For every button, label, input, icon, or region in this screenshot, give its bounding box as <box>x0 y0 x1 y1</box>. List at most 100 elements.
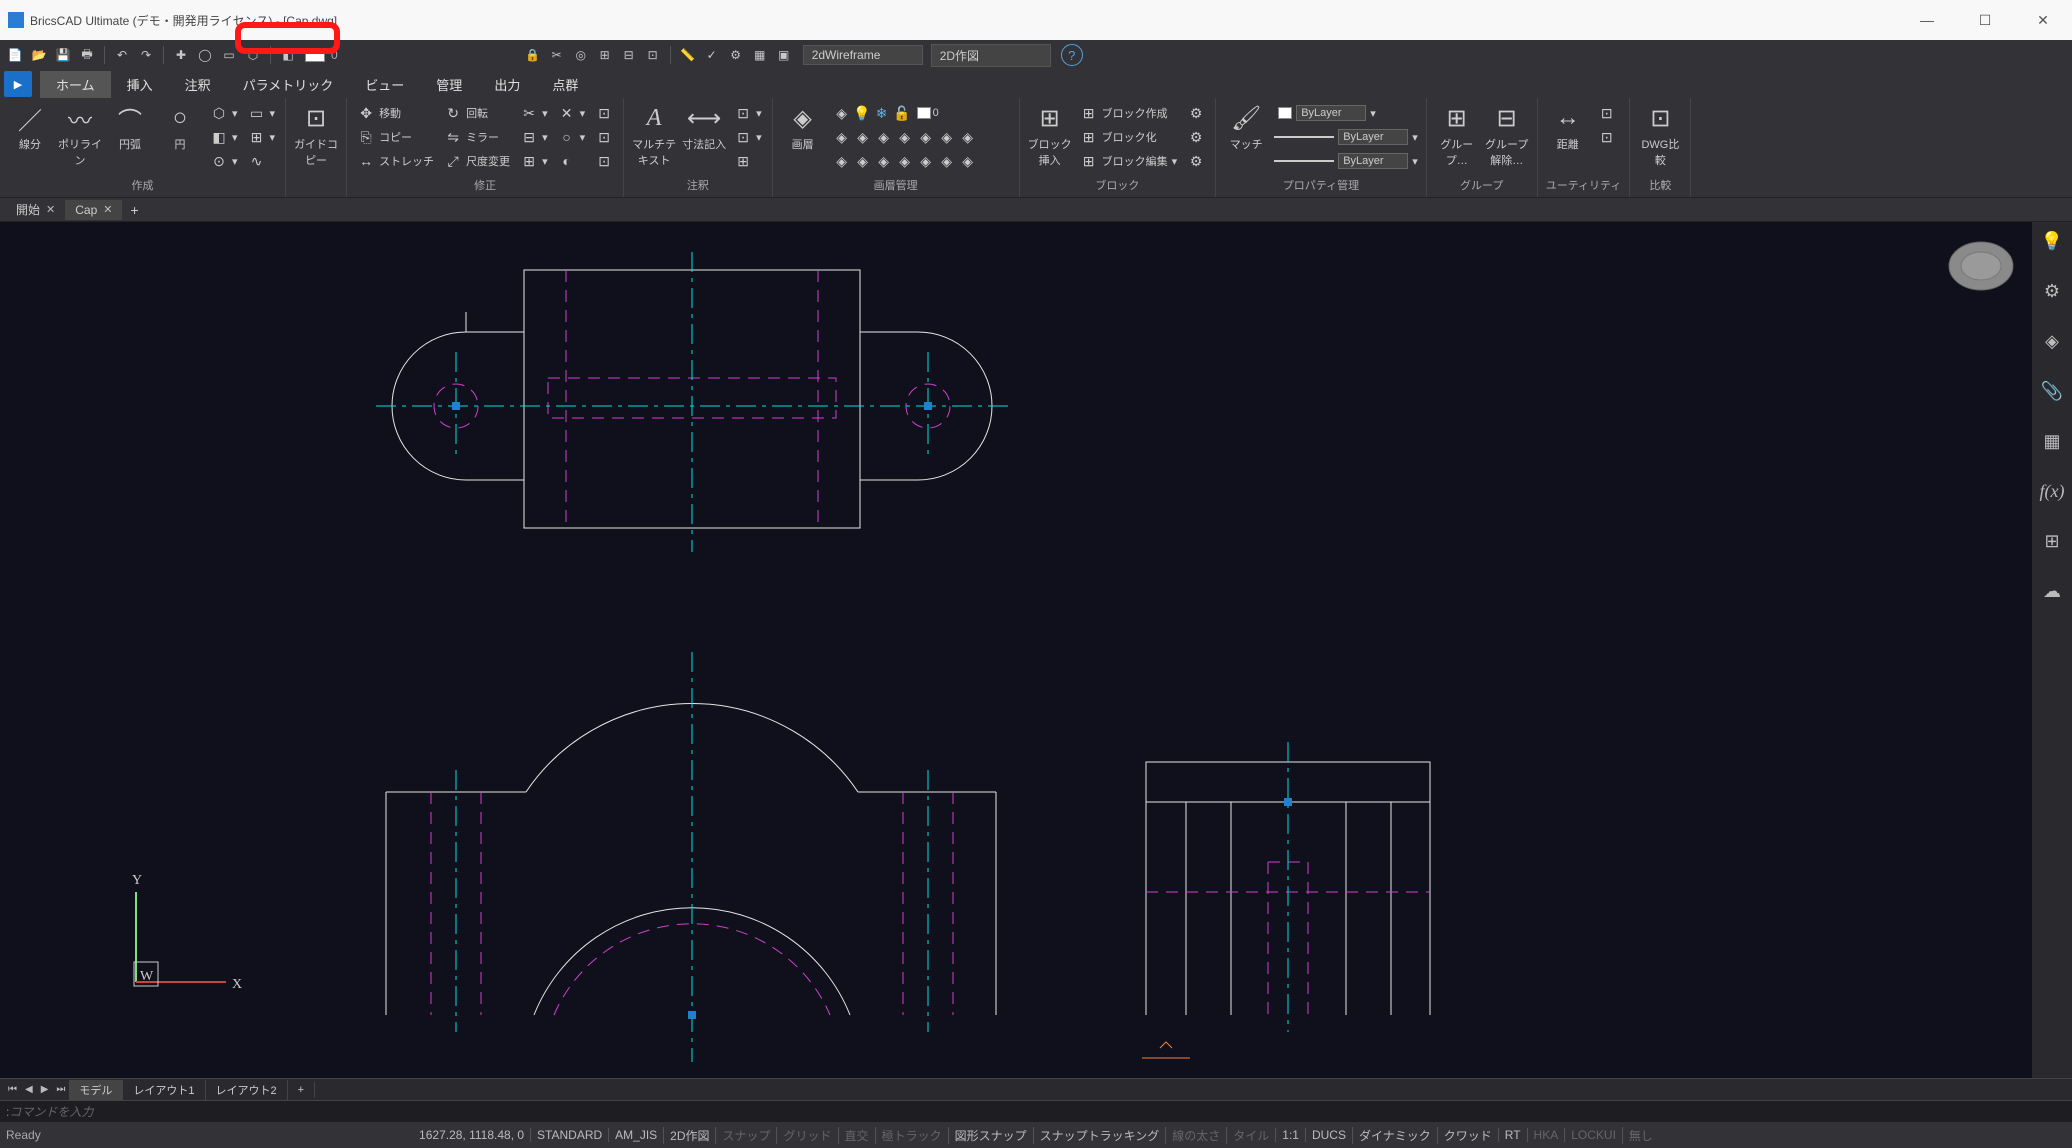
status-lockui[interactable]: LOCKUI <box>1564 1128 1622 1142</box>
structure-icon[interactable]: ⊞ <box>2039 528 2065 554</box>
draw-small-6[interactable]: ∿ <box>246 150 278 172</box>
block-create-button[interactable]: ⊞ブロック作成 <box>1078 102 1180 124</box>
arc-button[interactable]: ⌒円弧 <box>108 102 152 152</box>
dwg-compare-button[interactable]: ⊡DWG比較 <box>1638 102 1682 168</box>
tool-icon[interactable]: ✓ <box>701 44 723 66</box>
block-small-3[interactable]: ⚙ <box>1185 150 1207 172</box>
save-icon[interactable]: 💾 <box>52 44 74 66</box>
util-small-1[interactable]: ⊡ <box>1596 102 1618 124</box>
drawing-canvas[interactable]: Y X W 💡 ⚙ ◈ 📎 ▦ f(x) ⊞ ☁ <box>0 222 2072 1078</box>
layout-prev-icon[interactable]: ◀ <box>21 1084 37 1095</box>
close-button[interactable]: ✕ <box>2014 0 2072 40</box>
close-icon[interactable]: ✕ <box>46 203 55 216</box>
block-edit-button[interactable]: ⊞ブロック編集▾ <box>1078 150 1180 172</box>
dim-button[interactable]: ⟷寸法記入 <box>682 102 726 152</box>
layer-toolbar-1[interactable]: ◈💡❄🔓0 <box>831 102 1011 124</box>
tab-manage[interactable]: 管理 <box>420 71 478 98</box>
group-button[interactable]: ⊞グループ… <box>1435 102 1479 168</box>
tab-pointcloud[interactable]: 点群 <box>536 71 594 98</box>
block-small-2[interactable]: ⚙ <box>1185 126 1207 148</box>
tab-insert[interactable]: 挿入 <box>111 71 169 98</box>
tool-icon[interactable]: ▦ <box>749 44 771 66</box>
settings-icon[interactable]: ⚙ <box>2039 278 2065 304</box>
mtext-button[interactable]: Aマルチテキスト <box>632 102 676 168</box>
draw-small-2[interactable]: ◧▾ <box>208 126 240 148</box>
workspace-dropdown[interactable]: 2D作図 <box>931 44 1051 67</box>
status-quad[interactable]: クワッド <box>1437 1127 1498 1144</box>
lineweight-select[interactable]: ByLayer▾ <box>1274 126 1418 148</box>
tool-icon[interactable]: ⊟ <box>618 44 640 66</box>
modify-small-4[interactable]: ✕▾ <box>556 102 588 124</box>
layout-tab-2[interactable]: レイアウト2 <box>206 1080 288 1100</box>
minimize-button[interactable]: — <box>1898 0 1956 40</box>
tab-view[interactable]: ビュー <box>349 71 420 98</box>
status-lineweight[interactable]: 線の太さ <box>1165 1127 1226 1144</box>
layout-last-icon[interactable]: ⏭ <box>52 1084 69 1095</box>
circle-button[interactable]: ○円 <box>158 102 202 152</box>
tab-parametric[interactable]: パラメトリック <box>227 71 350 98</box>
modify-small-2[interactable]: ⊟▾ <box>518 126 550 148</box>
status-snaptrack[interactable]: スナップトラッキング <box>1033 1127 1166 1144</box>
color-select[interactable]: ByLayer▾ <box>1274 102 1418 124</box>
grid-icon[interactable]: ▦ <box>2039 428 2065 454</box>
annot-small-1[interactable]: ⊡▾ <box>732 102 764 124</box>
layout-tab-1[interactable]: レイアウト1 <box>123 1080 205 1100</box>
status-osnap[interactable]: 図形スナップ <box>948 1127 1033 1144</box>
util-small-2[interactable]: ⊡ <box>1596 126 1618 148</box>
visual-style-dropdown[interactable]: 2dWireframe <box>803 45 923 65</box>
polyline-button[interactable]: 〰ポリライン <box>58 102 102 168</box>
block-insert-button[interactable]: ⊞ブロック挿入 <box>1028 102 1072 168</box>
close-icon[interactable]: ✕ <box>103 203 112 216</box>
layers-icon[interactable]: ◈ <box>2039 328 2065 354</box>
modify-small-9[interactable]: ⊡ <box>593 150 615 172</box>
match-button[interactable]: 🖌マッチ <box>1224 102 1268 152</box>
doc-tab-cap[interactable]: Cap✕ <box>65 200 122 220</box>
view-compass[interactable] <box>1946 238 2016 294</box>
status-drafting[interactable]: 2D作図 <box>663 1127 715 1144</box>
tool-icon[interactable]: ✂ <box>546 44 568 66</box>
redo-icon[interactable]: ↷ <box>135 44 157 66</box>
status-grid[interactable]: グリッド <box>777 1127 838 1144</box>
layer-toolbar-2[interactable]: ◈◈◈◈◈◈◈ <box>831 126 1011 148</box>
draw-small-3[interactable]: ⊙▾ <box>208 150 240 172</box>
tool-icon[interactable]: ✚ <box>170 44 192 66</box>
move-button[interactable]: ✥移動 <box>355 102 436 124</box>
status-polar[interactable]: 極トラック <box>875 1127 948 1144</box>
block-small-1[interactable]: ⚙ <box>1185 102 1207 124</box>
add-document-button[interactable]: + <box>122 202 146 218</box>
line-button[interactable]: ／線分 <box>8 102 52 152</box>
layout-next-icon[interactable]: ▶ <box>37 1084 53 1095</box>
copy-button[interactable]: ⎘コピー <box>355 126 436 148</box>
attach-icon[interactable]: 📎 <box>2039 378 2065 404</box>
tab-home[interactable]: ホーム <box>40 71 111 98</box>
open-icon[interactable]: 📂 <box>28 44 50 66</box>
status-snap[interactable]: スナップ <box>716 1127 777 1144</box>
status-dyn[interactable]: ダイナミック <box>1352 1127 1437 1144</box>
draw-small-1[interactable]: ⬡▾ <box>208 102 240 124</box>
status-ortho[interactable]: 直交 <box>838 1127 875 1144</box>
status-hka[interactable]: HKA <box>1527 1128 1565 1142</box>
tab-output[interactable]: 出力 <box>478 71 536 98</box>
tool-icon[interactable]: ◎ <box>570 44 592 66</box>
status-ducs[interactable]: DUCS <box>1305 1128 1352 1142</box>
fx-icon[interactable]: f(x) <box>2039 478 2065 504</box>
tool-icon[interactable]: ⊞ <box>594 44 616 66</box>
cloud-icon[interactable]: ☁ <box>2039 578 2065 604</box>
modify-small-7[interactable]: ⊡ <box>593 102 615 124</box>
status-amjis[interactable]: AM_JIS <box>608 1128 663 1142</box>
modify-small-3[interactable]: ⊞▾ <box>518 150 550 172</box>
viewport-icon[interactable]: ▣ <box>773 44 795 66</box>
status-rt[interactable]: RT <box>1498 1128 1527 1142</box>
distance-button[interactable]: ↔距離 <box>1546 102 1590 152</box>
ungroup-button[interactable]: ⊟グループ解除… <box>1485 102 1529 168</box>
tool-icon[interactable]: ⊡ <box>642 44 664 66</box>
new-icon[interactable]: 📄 <box>4 44 26 66</box>
linetype-select[interactable]: ByLayer▾ <box>1274 150 1418 172</box>
layout-first-icon[interactable]: ⏮ <box>4 1084 21 1095</box>
help-icon[interactable]: ? <box>1061 44 1083 66</box>
layout-add-button[interactable]: + <box>288 1082 315 1098</box>
app-menu-button[interactable]: ▶ <box>4 71 32 97</box>
status-standard[interactable]: STANDARD <box>530 1128 608 1142</box>
blockify-button[interactable]: ⊞ブロック化 <box>1078 126 1180 148</box>
status-coords[interactable]: 1627.28, 1118.48, 0 <box>413 1128 530 1142</box>
